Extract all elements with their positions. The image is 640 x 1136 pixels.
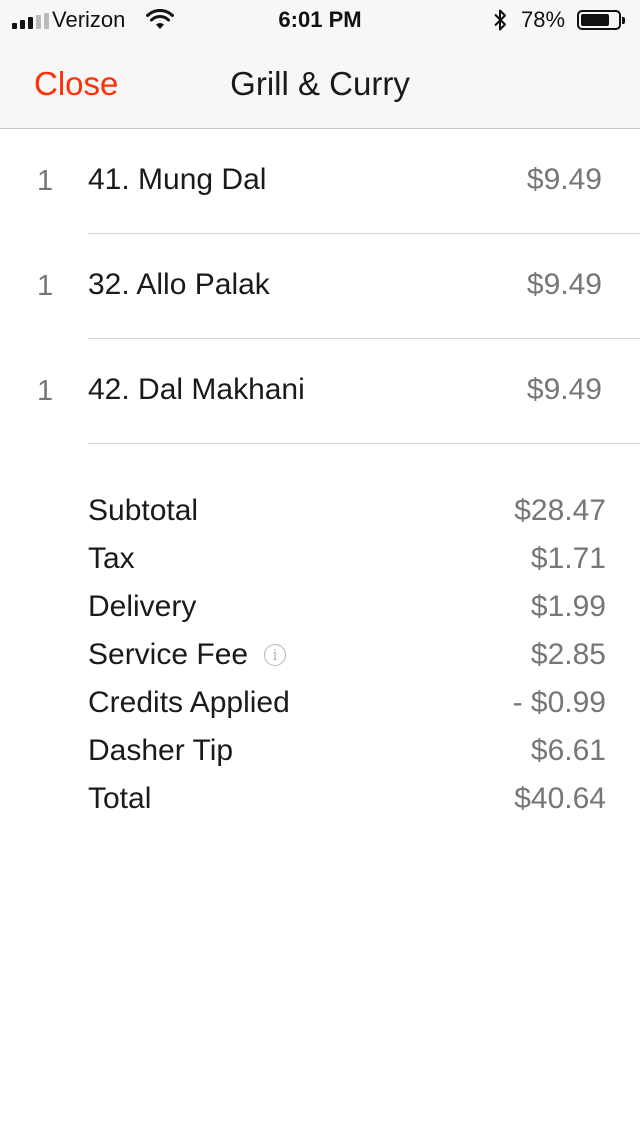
- total-label: Total: [88, 782, 152, 815]
- navigation-bar: Close Grill & Curry: [0, 40, 640, 129]
- battery-percent: 78%: [521, 7, 566, 32]
- service-fee-row: Service Fee i $2.85: [0, 635, 640, 683]
- item-quantity: 1: [37, 375, 54, 407]
- dasher-tip-label: Dasher Tip: [88, 734, 234, 767]
- info-icon[interactable]: i: [264, 644, 287, 666]
- dasher-tip-value: $6.61: [530, 734, 606, 767]
- order-summary: Subtotal $28.47 Tax $1.71 Delivery $1.99…: [0, 491, 640, 827]
- battery-nub: [622, 17, 625, 24]
- tax-label: Tax: [88, 542, 135, 575]
- item-quantity: 1: [37, 165, 54, 197]
- total-row: Total $40.64: [0, 779, 640, 827]
- credits-label: Credits Applied: [88, 686, 290, 719]
- subtotal-value: $28.47: [514, 494, 606, 527]
- delivery-row: Delivery $1.99: [0, 587, 640, 635]
- tax-row: Tax $1.71: [0, 539, 640, 587]
- status-bar: Verizon 6:01 PM 78%: [0, 0, 640, 40]
- item-divider: [88, 443, 640, 444]
- item-price: $9.49: [526, 373, 602, 406]
- order-item[interactable]: 1 42. Dal Makhani $9.49: [0, 339, 640, 444]
- order-item[interactable]: 1 41. Mung Dal $9.49: [0, 129, 640, 234]
- battery-level-fill: [581, 14, 609, 26]
- credits-row: Credits Applied - $0.99: [0, 683, 640, 731]
- credits-value: - $0.99: [512, 686, 606, 719]
- item-price: $9.49: [526, 268, 602, 301]
- item-name: 42. Dal Makhani: [88, 373, 305, 406]
- delivery-label: Delivery: [88, 590, 197, 623]
- page-title: Grill & Curry: [230, 65, 410, 102]
- battery-icon: [577, 10, 625, 30]
- tax-value: $1.71: [530, 542, 606, 575]
- dasher-tip-row: Dasher Tip $6.61: [0, 731, 640, 779]
- subtotal-label: Subtotal: [88, 494, 199, 527]
- item-name: 32. Allo Palak: [88, 268, 270, 301]
- subtotal-row: Subtotal $28.47: [0, 491, 640, 539]
- order-items-list: 1 41. Mung Dal $9.49 1 32. Allo Palak $9…: [0, 129, 640, 444]
- delivery-value: $1.99: [530, 590, 606, 623]
- item-price: $9.49: [526, 163, 602, 196]
- item-name: 41. Mung Dal: [88, 163, 267, 196]
- total-value: $40.64: [514, 782, 606, 815]
- order-item[interactable]: 1 32. Allo Palak $9.49: [0, 234, 640, 339]
- item-quantity: 1: [37, 270, 54, 302]
- service-fee-value: $2.85: [530, 638, 606, 671]
- service-fee-label: Service Fee: [88, 638, 249, 671]
- bluetooth-icon: [494, 9, 506, 31]
- service-fee-label-wrap: Service Fee i: [88, 635, 287, 675]
